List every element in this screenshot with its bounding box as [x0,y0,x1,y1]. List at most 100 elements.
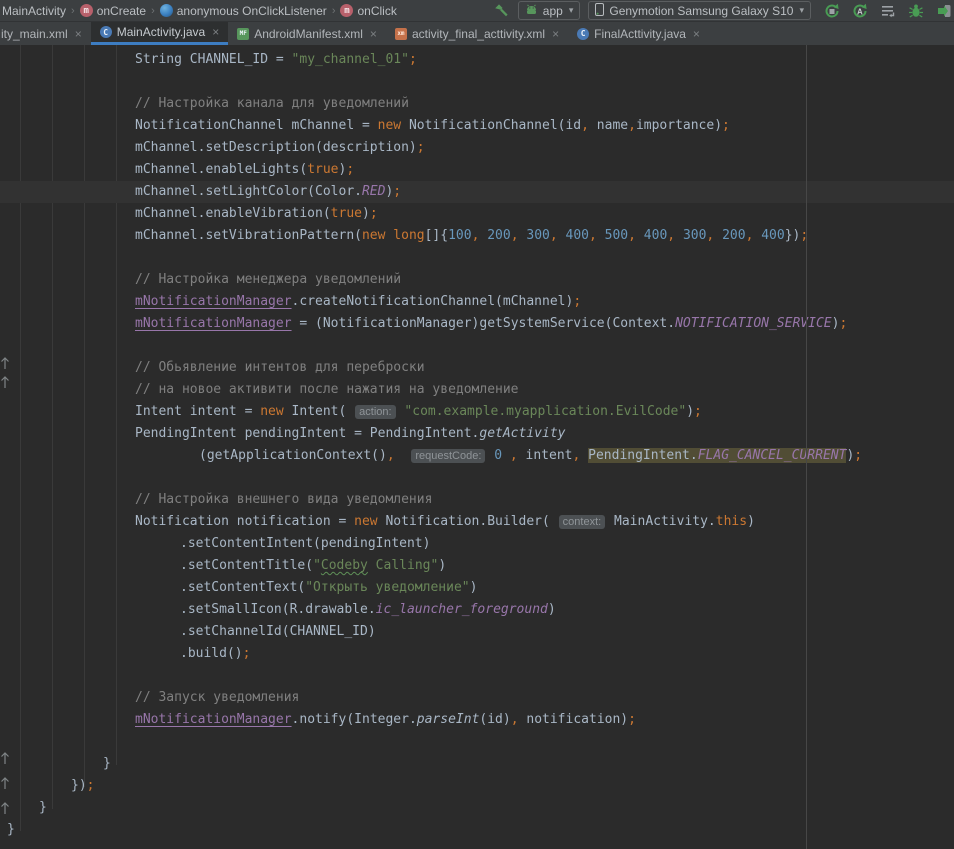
code-line[interactable]: mNotificationManager.createNotificationC… [0,291,954,313]
tab-MainActivity.java[interactable]: C MainActivity.java × [91,22,229,45]
tab-label: AndroidManifest.xml [254,27,363,41]
code-line[interactable]: .setContentText("Открыть уведомление") [0,577,954,599]
code-line[interactable]: String CHANNEL_ID = "my_channel_01"; [0,49,954,71]
code-token: ic_launcher_foreground [376,602,548,617]
code-editor[interactable]: String CHANNEL_ID = "my_channel_01"; // Н… [0,45,954,849]
code-line[interactable] [0,731,954,753]
run-config-select[interactable]: app ▾ [518,1,581,20]
code-token: (getApplicationContext() [199,448,387,463]
right-margin-guide [806,45,807,849]
breadcrumb-label: onClick [357,4,396,18]
toolbar-tools: app ▾ Genymotion Samsung Galaxy S10 ▾ [493,1,954,20]
code-line[interactable] [0,665,954,687]
code-token: }) [785,228,801,243]
breadcrumb-separator: › [151,5,155,17]
apply-code-changes-icon[interactable]: A [851,2,868,19]
code-token: ) [362,206,370,221]
code-line[interactable]: mChannel.setLightColor(Color.RED); [0,181,954,203]
fold-marker[interactable] [0,751,10,765]
fold-marker[interactable] [0,776,10,790]
tab-close-icon[interactable]: × [212,25,219,39]
code-token [580,448,588,463]
code-line[interactable]: }); [0,775,954,797]
chevron-down-icon: ▾ [569,5,574,16]
debug-icon[interactable] [907,2,924,19]
code-line[interactable] [0,71,954,93]
code-line[interactable]: (getApplicationContext(), requestCode: 0… [0,445,954,467]
code-line[interactable]: .setContentIntent(pendingIntent) [0,533,954,555]
code-line[interactable]: PendingIntent pendingIntent = PendingInt… [0,423,954,445]
xml-layout-icon: xm [395,28,407,40]
code-token: mNotificationManager [135,712,292,727]
tab-label: MainActivity.java [117,25,205,39]
code-token: Intent( [284,404,354,419]
tab-AndroidManifest.xml[interactable]: MF AndroidManifest.xml × [228,22,386,45]
tab-close-icon[interactable]: × [552,27,559,41]
code-token: 300 [526,228,549,243]
tab-ity_main.xml[interactable]: ity_main.xml× [0,22,91,45]
code-line[interactable]: .setSmallIcon(R.drawable.ic_launcher_for… [0,599,954,621]
breadcrumb-item[interactable]: MainActivity [2,4,66,18]
code-line[interactable] [0,335,954,357]
code-line[interactable]: // Настройка внешнего вида уведомления [0,489,954,511]
code-line[interactable]: } [0,753,954,775]
hammer-icon[interactable] [493,2,510,19]
code-line[interactable]: .setChannelId(CHANNEL_ID) [0,621,954,643]
tab-close-icon[interactable]: × [370,27,377,41]
code-line[interactable]: mChannel.setVibrationPattern(new long[]{… [0,225,954,247]
code-token: ) [470,580,478,595]
attach-debugger-icon[interactable] [935,2,952,19]
tab-close-icon[interactable]: × [693,27,700,41]
code-line[interactable]: // на новое активити после нажатия на ув… [0,379,954,401]
tab-FinalActtivity.java[interactable]: CFinalActtivity.java× [568,22,709,45]
code-line[interactable]: NotificationChannel mChannel = new Notif… [0,115,954,137]
code-token: 500 [605,228,628,243]
breadcrumb-item[interactable]: anonymous OnClickListener [160,4,327,18]
java-class-icon: C [100,26,112,38]
code-line[interactable] [0,247,954,269]
manifest-icon: MF [237,28,249,40]
code-token: ) [548,602,556,617]
editor-tab-bar: ity_main.xml× C MainActivity.java × MF Androi… [0,22,954,45]
code-line[interactable]: mNotificationManager = (NotificationMana… [0,313,954,335]
breadcrumb-separator: › [332,5,336,17]
fold-marker[interactable] [0,356,10,370]
apply-changes-icon[interactable] [823,2,840,19]
code-line[interactable]: Notification notification = new Notifica… [0,511,954,533]
code-token: = (NotificationManager)getSystemService(… [292,316,676,331]
breadcrumb-label: anonymous OnClickListener [177,4,327,18]
code-token: ; [346,162,354,177]
fold-marker[interactable] [0,801,10,815]
code-line[interactable]: Intent intent = new Intent( action: "com… [0,401,954,423]
breadcrumb-item[interactable]: monClick [340,4,396,18]
code-line[interactable]: // Настройка менеджера уведомлений [0,269,954,291]
code-line[interactable]: .build(); [0,643,954,665]
tab-close-icon[interactable]: × [75,27,82,41]
code-token: action: [355,405,395,419]
code-line[interactable]: // Обьявление интентов для переброски [0,357,954,379]
code-line[interactable]: .setContentTitle("Codeby Calling") [0,555,954,577]
code-line[interactable]: // Запуск уведомления [0,687,954,709]
code-line[interactable]: // Настройка канала для уведомлений [0,93,954,115]
code-token: .setContentTitle( [180,558,313,573]
tab-activity_final_acttivity.xml[interactable]: xmactivity_final_acttivity.xml× [386,22,568,45]
chevron-down-icon: ▾ [799,5,804,16]
code-line[interactable]: mChannel.setDescription(description); [0,137,954,159]
code-token: , [550,228,558,243]
breadcrumb-item[interactable]: monCreate [80,4,146,18]
android-icon [525,4,538,18]
code-line[interactable]: } [0,797,954,819]
device-select[interactable]: Genymotion Samsung Galaxy S10 ▾ [588,1,811,20]
code-token: } [103,756,111,771]
code-token: long [393,228,424,243]
code-token: "com.example.myapplication.EvilCode" [404,404,686,419]
profiler-icon[interactable] [879,2,896,19]
code-token: ; [393,184,401,199]
code-line[interactable]: } [0,819,954,841]
code-line[interactable] [0,467,954,489]
code-line[interactable]: mNotificationManager.notify(Integer.pars… [0,709,954,731]
code-line[interactable]: mChannel.enableVibration(true); [0,203,954,225]
breadcrumb-label: onCreate [97,4,146,18]
code-line[interactable]: mChannel.enableLights(true); [0,159,954,181]
fold-marker[interactable] [0,375,10,389]
